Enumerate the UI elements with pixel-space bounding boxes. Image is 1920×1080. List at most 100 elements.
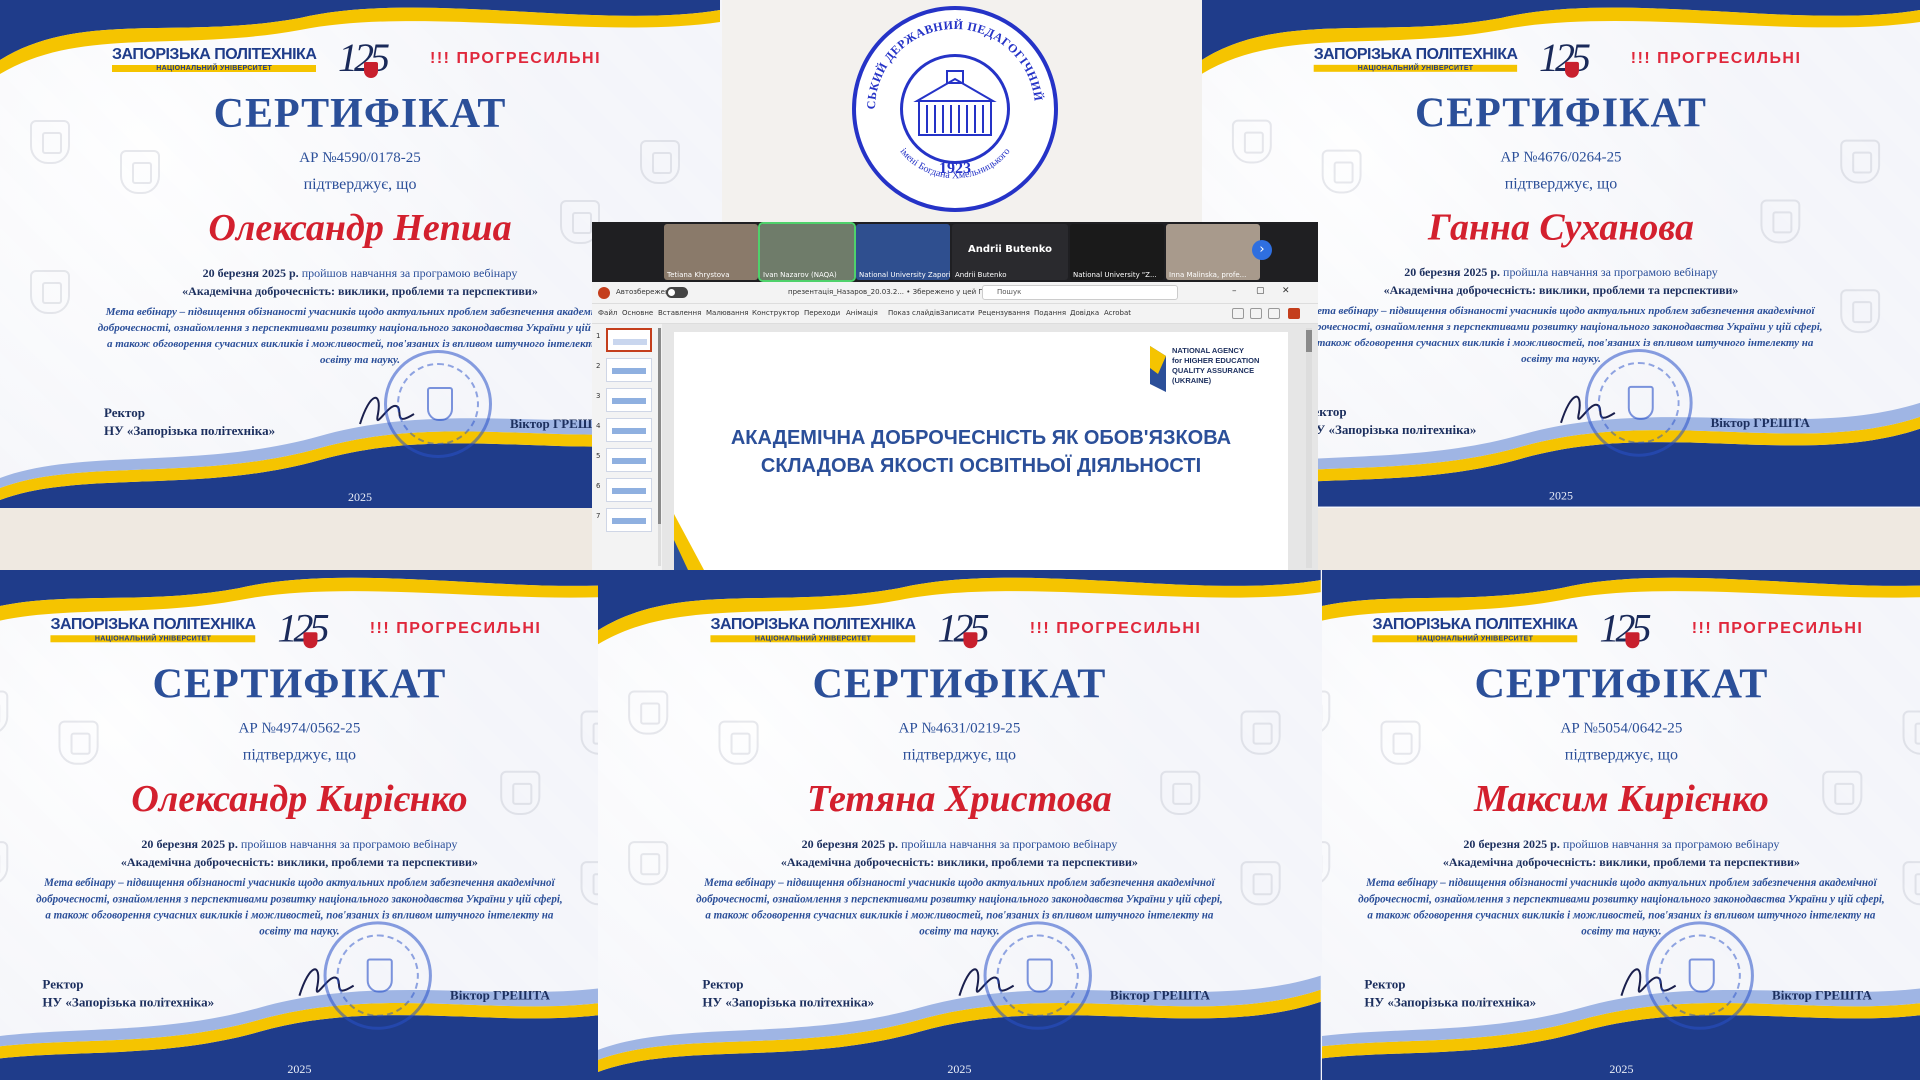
participant-tile[interactable]: National University Zaporizhzhia... [856, 224, 950, 280]
progresylni-logo: !!! ПРОГРЕСИЛЬНІ [430, 50, 601, 68]
cert-goal: Мета вебінару – підвищення обізнаності у… [35, 877, 563, 938]
tab-animations[interactable]: Анімація [846, 309, 878, 317]
participant-tile[interactable]: Inna Malinska, profe... [1166, 224, 1260, 280]
certificate-card: ЗАПОРІЗЬКА ПОЛІТЕХНІКА НАЦІОНАЛЬНИЙ УНІВ… [598, 570, 1322, 1080]
maximize-icon[interactable]: ▢ [1256, 286, 1265, 296]
participant-tile[interactable]: Ivan Nazarov (NAQA) [758, 222, 856, 282]
zp-logo: ЗАПОРІЗЬКА ПОЛІТЕХНІКА НАЦІОНАЛЬНИЙ УНІВ… [112, 46, 317, 72]
tab-draw[interactable]: Малювання [706, 309, 748, 317]
cert-date: 20 березня 2025 р. [202, 266, 299, 280]
seal-building [900, 54, 1010, 164]
slide-thumbnail[interactable] [606, 388, 652, 412]
shield-icon [364, 62, 378, 78]
trident-icon [1026, 958, 1053, 993]
ppt-title-bar: Автозбереження презентація_Назаров_20.03… [592, 282, 1318, 304]
cert-recipient-name: Максим Кирієнко [1473, 777, 1769, 820]
tab-review[interactable]: Рецензування [978, 309, 1030, 317]
zp-logo: ЗАПОРІЗЬКА ПОЛІТЕХНІКА НАЦІОНАЛЬНИЙ УНІВ… [1313, 46, 1518, 72]
tab-home[interactable]: Основне [622, 309, 653, 317]
certificate-card: ЗАПОРІЗЬКА ПОЛІТЕХНІКА НАЦІОНАЛЬНИЙ УНІВ… [0, 570, 598, 1080]
participant-tile[interactable]: National University "Z... [1070, 224, 1164, 280]
zp-logo-text: ЗАПОРІЗЬКА ПОЛІТЕХНІКА [50, 616, 256, 634]
anniversary-logo: 125 [937, 604, 989, 651]
rector-label: Ректор [702, 976, 744, 992]
cert-goal: Мета вебінару – підвищення обізнаності у… [696, 877, 1223, 938]
tab-slideshow[interactable]: Показ слайдів [888, 309, 940, 317]
slide-thumbnail[interactable] [606, 328, 652, 352]
participant-name: Inna Malinska, profe... [1169, 271, 1247, 279]
comment-icon[interactable] [1268, 308, 1280, 319]
participant-name: Andrii Butenko [955, 271, 1007, 279]
thumb-number: 1 [596, 332, 601, 340]
tab-view[interactable]: Подання [1034, 309, 1066, 317]
cert-date: 20 березня 2025 р. [801, 837, 899, 852]
current-slide[interactable]: NATIONAL AGENCY for HIGHER EDUCATION QUA… [674, 332, 1288, 570]
cert-title: СЕРТИФІКАТ [152, 661, 446, 708]
university-stamp [1584, 349, 1693, 457]
slide-thumbnail[interactable] [606, 508, 652, 532]
document-name: презентація_Назаров_20.03.2... • Збереже… [788, 288, 989, 296]
progresylni-text: ПРОГРЕСИЛЬНІ [456, 50, 602, 67]
cert-webinar-title: «Академічна доброчесність: виклики, проб… [120, 855, 478, 870]
slide-thumbnail[interactable] [606, 358, 652, 382]
anniversary-logo: 125 [1539, 34, 1591, 81]
slide-scrollbar[interactable] [1306, 328, 1312, 568]
rector-org: НУ «Запорізька політехніка» [1364, 994, 1536, 1010]
cert-number: АР №4974/0562-25 [238, 720, 360, 737]
trident-icon [1688, 958, 1715, 993]
powerpoint-window: Автозбереження презентація_Назаров_20.03… [592, 282, 1318, 570]
tab-record[interactable]: Записати [940, 309, 975, 317]
slide-thumbnail[interactable] [606, 418, 652, 442]
cert-completion-line: 20 березня 2025 р. пройшов навчання за п… [1322, 837, 1920, 852]
zp-logo-text: ЗАПОРІЗЬКА ПОЛІТЕХНІКА [710, 616, 916, 634]
rector-label: Ректор [1364, 976, 1406, 992]
participant-tile[interactable]: Andrii Butenko Andrii Butenko [952, 224, 1068, 280]
cert-title: СЕРТИФІКАТ [213, 91, 507, 137]
zp-logo-sub: НАЦІОНАЛЬНИЙ УНІВЕРСИТЕТ [112, 65, 317, 72]
tab-help[interactable]: Довідка [1070, 309, 1099, 317]
cert-completed-text: пройшла навчання за програмою вебінару [901, 837, 1118, 852]
trident-icon [1627, 385, 1654, 420]
participant-tile[interactable]: Tetiana Khrystova [664, 224, 758, 280]
slide-title-line: АКАДЕМІЧНА ДОБРОЧЕСНІСТЬ ЯК ОБОВ'ЯЗКОВА [730, 427, 1232, 449]
tab-acrobat[interactable]: Acrobat [1104, 309, 1131, 317]
thumbnail-scrollbar[interactable] [658, 328, 661, 566]
search-input[interactable]: Пошук [982, 285, 1178, 300]
autosave-toggle[interactable] [666, 287, 688, 298]
cert-rector: Ректор НУ «Запорізька політехніка» [1364, 976, 1536, 1012]
cert-signer: Віктор ГРЕШТА [1710, 414, 1810, 430]
cert-confirms: підтверджує, що [1564, 746, 1678, 764]
close-icon[interactable]: ✕ [1282, 286, 1290, 296]
cert-header: ЗАПОРІЗЬКА ПОЛІТЕХНІКА НАЦІОНАЛЬНИЙ УНІВ… [1202, 35, 1920, 88]
tab-transitions[interactable]: Переходи [804, 309, 840, 317]
record-icon[interactable] [1232, 308, 1244, 319]
minimize-icon[interactable]: – [1232, 286, 1237, 296]
slide-thumbnail[interactable] [606, 478, 652, 502]
cert-completion-line: 20 березня 2025 р. пройшов навчання за п… [0, 837, 598, 852]
rector-org: НУ «Запорізька політехніка» [702, 994, 875, 1010]
chevron-right-icon[interactable]: › [1252, 240, 1272, 260]
cert-signer: Віктор ГРЕШТА [449, 987, 550, 1003]
progresylni-mark: !!! [430, 50, 451, 67]
zp-logo: ЗАПОРІЗЬКА ПОЛІТЕХНІКА НАЦІОНАЛЬНИЙ УНІВ… [1372, 616, 1578, 643]
camera-icon[interactable] [1250, 308, 1262, 319]
present-icon[interactable] [1288, 308, 1300, 319]
slide-thumbnails: 1 2 3 4 5 6 7 [592, 324, 662, 570]
thumb-number: 4 [596, 422, 601, 430]
cert-goal: Мета вебінару – підвищення обізнаності у… [1357, 877, 1885, 938]
rector-org: НУ «Запорізька політехніка» [104, 423, 276, 438]
progresylni-mark: !!! [1029, 620, 1051, 638]
cert-header: ЗАПОРІЗЬКА ПОЛІТЕХНІКА НАЦІОНАЛЬНИЙ УНІВ… [598, 605, 1321, 658]
zp-logo-text: ЗАПОРІЗЬКА ПОЛІТЕХНІКА [1372, 616, 1578, 634]
tab-insert[interactable]: Вставлення [658, 309, 701, 317]
search-placeholder: Пошук [997, 288, 1022, 296]
slide-thumbnail[interactable] [606, 448, 652, 472]
cert-confirms: підтверджує, що [1504, 175, 1618, 193]
shield-icon [303, 632, 318, 649]
tab-design[interactable]: Конструктор [752, 309, 799, 317]
cert-header: ЗАПОРІЗЬКА ПОЛІТЕХНІКА НАЦІОНАЛЬНИЙ УНІВ… [0, 35, 720, 88]
anniversary-number: 125 [1539, 34, 1591, 80]
cert-signer: Віктор ГРЕШТА [1771, 987, 1872, 1003]
cert-number: АР №4590/0178-25 [299, 150, 421, 166]
tab-file[interactable]: Файл [598, 309, 617, 317]
